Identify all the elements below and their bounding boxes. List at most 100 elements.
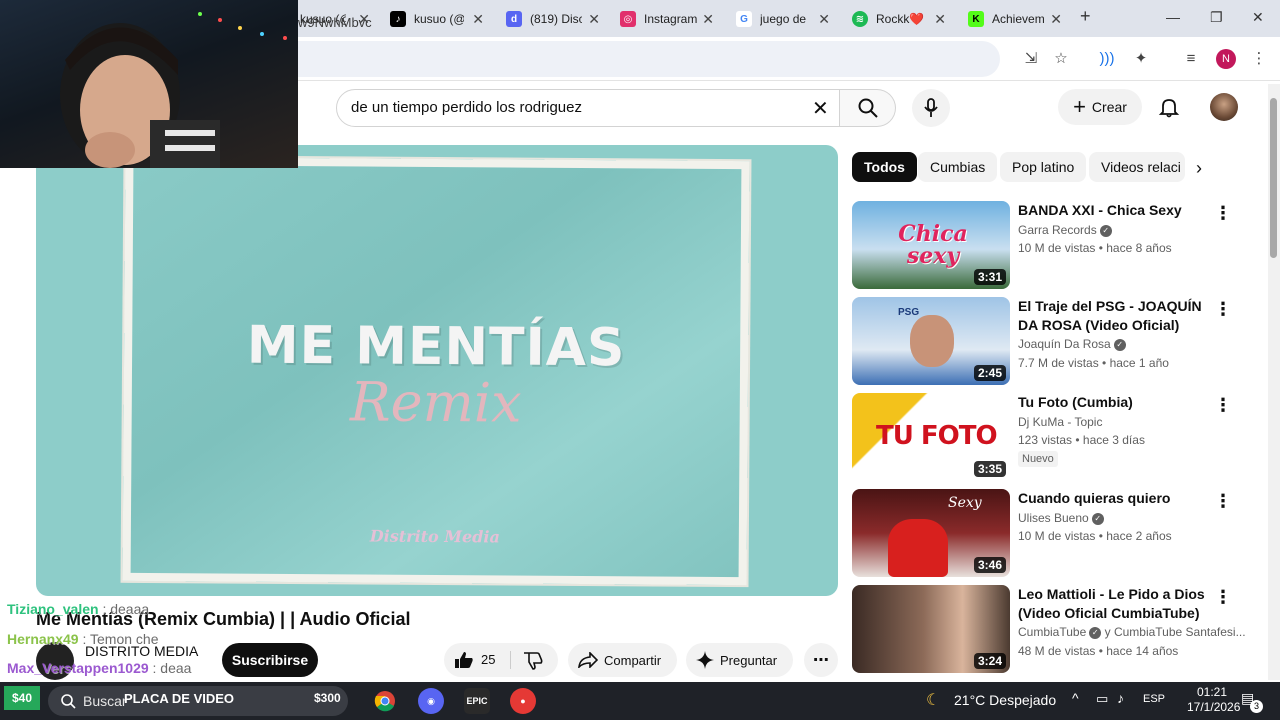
profile-avatar[interactable]: N <box>1216 49 1236 69</box>
browser-tab[interactable]: d (819) Disc ✕ <box>506 7 600 31</box>
recommendation-channel[interactable]: CumbiaTube ✓ y CumbiaTube Santafesi... <box>1018 625 1246 639</box>
channel-name: Joaquín Da Rosa <box>1018 337 1111 351</box>
recommendation-meta: 48 M de vistas • hace 14 años <box>1018 644 1179 658</box>
url-text[interactable]: w9NwhMbvc <box>298 15 372 30</box>
chip-pop-latino[interactable]: Pop latino <box>1000 152 1087 182</box>
create-button[interactable]: + Crear <box>1058 89 1142 125</box>
channel-name: CumbiaTube <box>1018 625 1087 639</box>
video-thumbnail[interactable]: TU FOTO 3:35 <box>852 393 1010 481</box>
subscribe-button[interactable]: Suscribirse <box>222 643 318 677</box>
clock-time: 01:21 <box>1196 685 1228 699</box>
notifications-bell-icon[interactable] <box>1158 96 1180 118</box>
more-vertical-icon[interactable]: ⋮ <box>1214 203 1232 224</box>
artwork-brand: Distrito Media <box>369 526 500 547</box>
search-icon <box>858 98 878 118</box>
recommendation-title[interactable]: El Traje del PSG - JOAQUÍN DA ROSA (Vide… <box>1018 297 1218 335</box>
language-indicator[interactable]: ESP <box>1143 693 1165 705</box>
channel-name: Ulises Bueno <box>1018 511 1089 525</box>
volume-icon[interactable]: ♪ <box>1117 690 1124 706</box>
search-input[interactable]: de un tiempo perdido los rodriguez <box>336 89 840 127</box>
window-close-icon[interactable]: ✕ <box>1252 9 1264 26</box>
thumbnail-text: Sexy <box>948 495 982 511</box>
close-icon[interactable]: ✕ <box>1050 11 1062 28</box>
streamer-camera-image <box>60 12 287 168</box>
recommendation-item[interactable]: PSG 2:45 El Traje del PSG - JOAQUÍN DA R… <box>852 297 1248 387</box>
chip-videos-relacionados[interactable]: Videos relaci <box>1089 152 1185 182</box>
more-vertical-icon[interactable]: ⋮ <box>1214 299 1232 320</box>
chip-todos[interactable]: Todos <box>852 152 917 182</box>
browser-tab[interactable]: ≋ Rockk❤️ ✕ <box>852 7 946 31</box>
close-icon[interactable]: ✕ <box>702 11 714 28</box>
chat-text: : Temon che <box>82 631 159 647</box>
video-player[interactable]: ME MENTÍAS Remix Distrito Media <box>36 145 838 596</box>
taskbar-search[interactable]: Buscar PLACA DE VIDEO $300 <box>48 686 348 716</box>
close-icon[interactable]: ✕ <box>472 11 484 28</box>
chevron-right-icon[interactable]: › <box>1196 158 1202 179</box>
cast-icon[interactable]: ))) <box>1098 50 1116 68</box>
verified-icon: ✓ <box>1089 626 1102 639</box>
epic-games-icon[interactable]: EPIC <box>464 688 490 714</box>
webcam-overlay <box>0 0 298 168</box>
discord-icon[interactable]: ◉ <box>418 688 444 714</box>
user-avatar[interactable] <box>1210 93 1238 121</box>
video-thumbnail[interactable]: PSG 2:45 <box>852 297 1010 385</box>
media-control-icon[interactable]: ≡ <box>1182 50 1200 68</box>
recommendation-channel[interactable]: Garra Records ✓ <box>1018 223 1112 237</box>
chevron-up-icon[interactable]: ^ <box>1072 690 1079 706</box>
recommendation-title[interactable]: Leo Mattioli - Le Pido a Dios (Video Ofi… <box>1018 585 1218 623</box>
ask-button[interactable]: Preguntar <box>686 643 794 677</box>
recommendation-title[interactable]: BANDA XXI - Chica Sexy <box>1018 201 1218 220</box>
close-icon[interactable]: ✕ <box>934 11 946 28</box>
recommendation-title[interactable]: Cuando quieras quiero <box>1018 489 1218 508</box>
more-vertical-icon[interactable]: ⋮ <box>1214 587 1232 608</box>
recommendation-channel[interactable]: Joaquín Da Rosa ✓ <box>1018 337 1126 351</box>
verified-icon: ✓ <box>1091 512 1104 525</box>
recommendation-item[interactable]: Chica sexy 3:31 BANDA XXI - Chica Sexy G… <box>852 201 1248 291</box>
install-app-icon[interactable]: ⇲ <box>1022 50 1040 68</box>
browser-menu-icon[interactable]: ⋮ <box>1250 50 1268 68</box>
chat-user: Hernanx49 <box>7 631 79 647</box>
chip-cumbias[interactable]: Cumbias <box>918 152 998 182</box>
voice-search-button[interactable] <box>912 89 950 127</box>
video-thumbnail[interactable]: 3:24 <box>852 585 1010 673</box>
video-thumbnail[interactable]: Sexy 3:46 <box>852 489 1010 577</box>
clear-search-icon[interactable]: ✕ <box>812 96 829 121</box>
recommendation-channel[interactable]: Ulises Bueno ✓ <box>1018 511 1104 525</box>
recommendation-item[interactable]: TU FOTO 3:35 Tu Foto (Cumbia) Dj KuMa - … <box>852 393 1248 483</box>
bookmark-star-icon[interactable]: ☆ <box>1052 50 1070 68</box>
weather-text[interactable]: 21°C Despejado <box>954 692 1056 708</box>
more-vertical-icon[interactable]: ⋮ <box>1214 491 1232 512</box>
clock[interactable]: 01:21 17/1/2026 <box>1187 685 1240 715</box>
tab-title: (819) Disc <box>530 12 582 26</box>
discord-icon: d <box>506 11 522 27</box>
browser-tab[interactable]: K Achievem ✕ <box>968 7 1062 31</box>
close-icon[interactable]: ✕ <box>588 11 600 28</box>
browser-tab[interactable]: ◎ Instagram ✕ <box>620 7 714 31</box>
search-button[interactable] <box>840 89 896 127</box>
obs-icon[interactable]: ● <box>510 688 536 714</box>
more-vertical-icon[interactable]: ⋮ <box>1214 395 1232 416</box>
browser-tab[interactable]: G juego de ✕ <box>736 7 830 31</box>
close-icon[interactable]: ✕ <box>818 11 830 28</box>
chat-text: : deaa <box>152 660 192 676</box>
more-actions-button[interactable]: ⋯ <box>804 643 838 677</box>
browser-tab[interactable]: ♪ kusuo (@ ✕ <box>390 7 484 31</box>
network-icon[interactable]: ▭ <box>1096 691 1108 707</box>
recommendation-title[interactable]: Tu Foto (Cumbia) <box>1018 393 1218 412</box>
new-tab-icon[interactable]: + <box>1080 6 1091 27</box>
weather-moon-icon: ☾ <box>926 692 941 709</box>
recommendation-meta: 10 M de vistas • hace 8 años <box>1018 241 1172 255</box>
recommendation-item[interactable]: 3:24 Leo Mattioli - Le Pido a Dios (Vide… <box>852 585 1248 675</box>
dislike-icon[interactable] <box>523 652 543 670</box>
channel-extra: y CumbiaTube Santafesi... <box>1104 625 1246 639</box>
restore-icon[interactable]: ❐ <box>1210 9 1223 26</box>
chrome-icon[interactable] <box>372 688 398 714</box>
video-thumbnail[interactable]: Chica sexy 3:31 <box>852 201 1010 289</box>
minimize-icon[interactable]: — <box>1166 9 1180 25</box>
scrollbar-thumb[interactable] <box>1270 98 1277 258</box>
share-button[interactable]: Compartir <box>568 643 678 677</box>
recommendation-channel[interactable]: Dj KuMa - Topic <box>1018 415 1102 429</box>
recommendation-item[interactable]: Sexy 3:46 Cuando quieras quiero Ulises B… <box>852 489 1248 579</box>
extensions-icon[interactable]: ✦ <box>1132 50 1150 68</box>
like-icon[interactable] <box>454 651 474 669</box>
